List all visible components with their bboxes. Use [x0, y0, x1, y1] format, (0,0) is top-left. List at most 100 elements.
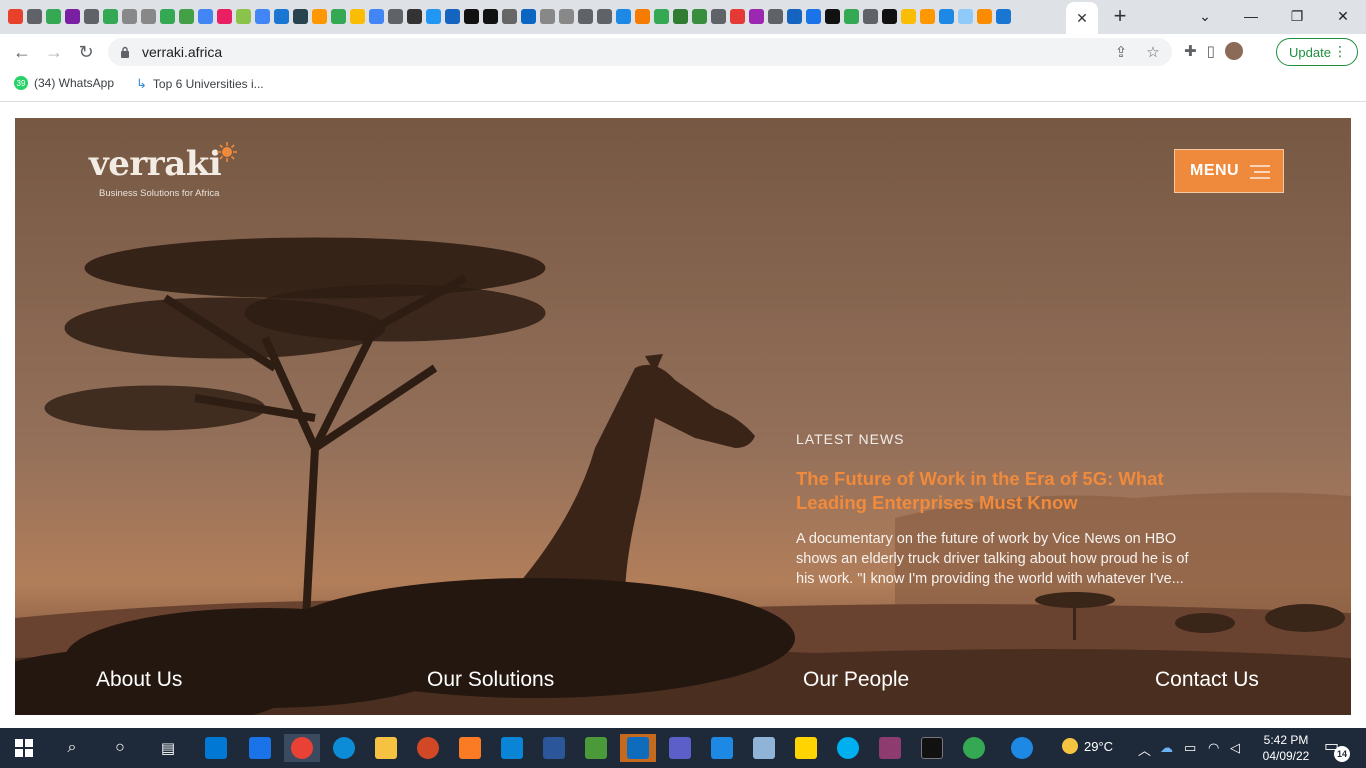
pinned-tab-favicon-icon[interactable]	[234, 7, 253, 26]
more-menu-icon[interactable]: ⋮	[1333, 43, 1347, 60]
battery-icon[interactable]: ▭	[1184, 740, 1196, 756]
extensions-puzzle-icon[interactable]: ✚	[1184, 42, 1197, 60]
pinned-tab-favicon-icon[interactable]	[101, 7, 120, 26]
pinned-tab-favicon-icon[interactable]	[367, 7, 386, 26]
pinned-tab-favicon-icon[interactable]	[177, 7, 196, 26]
pinned-tab-favicon-icon[interactable]	[443, 7, 462, 26]
teams-icon[interactable]	[666, 734, 694, 762]
share-icon[interactable]: ⇪	[1112, 43, 1130, 61]
chart-app-icon[interactable]	[582, 734, 610, 762]
pinned-tab-favicon-icon[interactable]	[785, 7, 804, 26]
pinned-tab-favicon-icon[interactable]	[614, 7, 633, 26]
weather-widget[interactable]: 29°C	[1062, 738, 1113, 754]
pinned-tab-favicon-icon[interactable]	[348, 7, 367, 26]
minimize-button[interactable]: —	[1228, 2, 1274, 30]
pinned-tab-favicon-icon[interactable]	[728, 7, 747, 26]
pinned-tab-favicon-icon[interactable]	[633, 7, 652, 26]
pinned-tab-favicon-icon[interactable]	[557, 7, 576, 26]
bookmark-whatsapp[interactable]: 39 (34) WhatsApp	[14, 76, 114, 90]
pinned-tab-favicon-icon[interactable]	[120, 7, 139, 26]
mail-icon[interactable]	[246, 734, 274, 762]
news-title-link[interactable]: The Future of Work in the Era of 5G: Wha…	[796, 467, 1196, 515]
pinned-tab-favicon-icon[interactable]	[310, 7, 329, 26]
pinned-tab-favicon-icon[interactable]	[899, 7, 918, 26]
skype-icon[interactable]	[834, 734, 862, 762]
volume-icon[interactable]: ◁	[1230, 740, 1240, 756]
address-bar[interactable]: verraki.africa ⇪ ☆	[108, 38, 1172, 66]
close-window-button[interactable]: ✕	[1320, 2, 1366, 30]
pinned-tab-favicon-icon[interactable]	[44, 7, 63, 26]
pinned-tab-favicon-icon[interactable]	[595, 7, 614, 26]
show-hidden-icons-icon[interactable]: ︿	[1138, 740, 1151, 759]
chrome-taskbar-icon[interactable]	[284, 734, 320, 762]
back-arrow-icon[interactable]: ←	[8, 38, 36, 66]
search-icon[interactable]: ⌕	[58, 734, 86, 762]
pinned-tab-favicon-icon[interactable]	[937, 7, 956, 26]
pinned-tab-favicon-icon[interactable]	[196, 7, 215, 26]
new-tab-button[interactable]: +	[1108, 3, 1132, 28]
pinned-tab-favicon-icon[interactable]	[215, 7, 234, 26]
windows-start-icon[interactable]	[10, 734, 38, 762]
verraki-logo[interactable]: verraki Business Solutions for Africa	[89, 142, 249, 202]
forward-arrow-icon[interactable]: →	[40, 38, 68, 66]
file-explorer-icon[interactable]	[372, 734, 400, 762]
url-text[interactable]: verraki.africa	[142, 44, 222, 60]
pinned-tab-favicon-icon[interactable]	[690, 7, 709, 26]
pinned-tab-favicon-icon[interactable]	[519, 7, 538, 26]
vscode-icon[interactable]	[498, 734, 526, 762]
onedrive-icon[interactable]: ☁	[1160, 740, 1173, 756]
sticky-notes-icon[interactable]	[792, 734, 820, 762]
side-panel-icon[interactable]: ▯	[1207, 42, 1215, 60]
pinned-tab-favicon-icon[interactable]	[880, 7, 899, 26]
pinned-tab-favicon-icon[interactable]	[709, 7, 728, 26]
wifi-icon[interactable]: ◠	[1208, 740, 1219, 756]
reload-icon[interactable]: ↻	[72, 38, 100, 66]
update-button[interactable]: Update ⋮	[1276, 38, 1358, 66]
pinned-tab-favicon-icon[interactable]	[500, 7, 519, 26]
pinned-tab-favicon-icon[interactable]	[462, 7, 481, 26]
restore-button[interactable]: ❐	[1274, 2, 1320, 30]
nav-our-solutions[interactable]: Our Solutions	[427, 668, 554, 692]
pinned-tab-favicon-icon[interactable]	[63, 7, 82, 26]
winrar-icon[interactable]	[876, 734, 904, 762]
pinned-tab-favicon-icon[interactable]	[804, 7, 823, 26]
task-view-icon[interactable]: ▤	[154, 734, 182, 762]
pinned-tab-favicon-icon[interactable]	[424, 7, 443, 26]
pinned-tab-favicon-icon[interactable]	[823, 7, 842, 26]
store-icon[interactable]	[202, 734, 230, 762]
pinned-tab-favicon-icon[interactable]	[405, 7, 424, 26]
nav-about-us[interactable]: About Us	[96, 668, 182, 692]
pinned-tab-favicon-icon[interactable]	[918, 7, 937, 26]
pinned-tab-favicon-icon[interactable]	[747, 7, 766, 26]
word-icon[interactable]	[540, 734, 568, 762]
bookmark-star-icon[interactable]: ☆	[1144, 43, 1162, 61]
help-icon[interactable]	[1008, 734, 1036, 762]
powerpoint-icon[interactable]	[414, 734, 442, 762]
cortana-icon[interactable]: ○	[106, 734, 134, 762]
pinned-tab-favicon-icon[interactable]	[652, 7, 671, 26]
pinned-tab-favicon-icon[interactable]	[842, 7, 861, 26]
outlook-icon[interactable]	[620, 734, 656, 762]
notification-center-icon[interactable]: ▭ 14	[1324, 736, 1350, 762]
profile-avatar[interactable]	[1224, 42, 1243, 60]
terminal-icon[interactable]	[918, 734, 946, 762]
tab-close-icon[interactable]: ✕	[1076, 10, 1088, 27]
edge-icon[interactable]	[330, 734, 358, 762]
pinned-tab-favicon-icon[interactable]	[6, 7, 25, 26]
pinned-tab-favicon-icon[interactable]	[272, 7, 291, 26]
pinned-tab-favicon-icon[interactable]	[25, 7, 44, 26]
pinned-tab-favicon-icon[interactable]	[82, 7, 101, 26]
nav-our-people[interactable]: Our People	[803, 668, 909, 692]
bookmark-universities[interactable]: ↳ Top 6 Universities i...	[136, 76, 264, 92]
pinned-tab-favicon-icon[interactable]	[766, 7, 785, 26]
xampp-icon[interactable]	[456, 734, 484, 762]
pinned-tab-favicon-icon[interactable]	[956, 7, 975, 26]
active-tab[interactable]: ✕	[1066, 2, 1098, 34]
photos-icon[interactable]	[708, 734, 736, 762]
pinned-tab-favicon-icon[interactable]	[253, 7, 272, 26]
nav-contact-us[interactable]: Contact Us	[1155, 668, 1259, 692]
pinned-tab-favicon-icon[interactable]	[386, 7, 405, 26]
pinned-tab-favicon-icon[interactable]	[975, 7, 994, 26]
pinned-tab-favicon-icon[interactable]	[291, 7, 310, 26]
pinned-tab-favicon-icon[interactable]	[139, 7, 158, 26]
